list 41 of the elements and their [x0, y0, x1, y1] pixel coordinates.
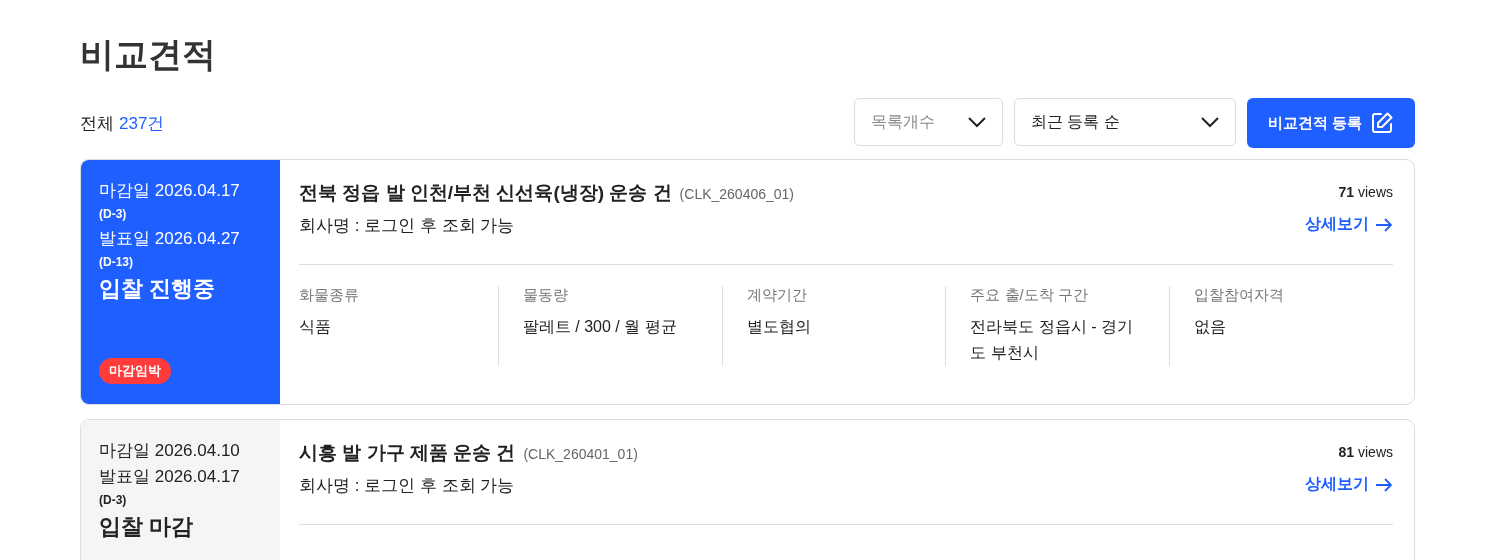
page-size-select[interactable]: 목록개수: [854, 98, 1003, 146]
detail-link[interactable]: 상세보기: [1305, 214, 1393, 235]
total-label: 전체: [80, 112, 114, 135]
announce-date: 발표일 2026.04.27: [99, 228, 240, 250]
total-count: 237건: [119, 112, 165, 135]
listing-code: (CLK_260401_01): [523, 446, 638, 462]
deadline-date: 마감일 2026.04.17: [99, 180, 240, 202]
edit-icon: [1370, 111, 1395, 135]
listing-title: 전북 정읍 발 인천/부천 신선육(냉장) 운송 건: [299, 181, 672, 205]
detail-label: 입찰참여자격: [1194, 286, 1286, 305]
page-title: 비교견적: [80, 34, 217, 75]
detail-value: 식품: [299, 317, 332, 337]
urgent-badge: 마감임박: [99, 358, 171, 384]
detail-label: 계약기간: [746, 286, 808, 305]
arrow-right-icon: [1375, 217, 1393, 232]
chevron-down-icon: [1200, 116, 1220, 128]
detail-value: 팔레트 / 300 / 월 평균: [522, 317, 678, 337]
listing-code: (CLK_260406_01): [679, 186, 795, 202]
detail-label: 주요 출/도착 구간: [970, 286, 1089, 305]
company-name: 회사명 : 로그인 후 조회 가능: [299, 475, 516, 497]
detail-label: 화물종류: [299, 286, 360, 305]
chevron-down-icon: [967, 116, 987, 128]
bid-status: 입찰 진행중: [99, 276, 216, 302]
deadline-date: 마감일 2026.04.10: [99, 440, 240, 462]
bid-status: 입찰 마감: [99, 514, 194, 540]
sort-select[interactable]: 최근 등록 순: [1014, 98, 1236, 146]
listing-title: 시흥 발 가구 제품 운송 건: [299, 441, 516, 465]
view-count: 81 views: [1338, 444, 1393, 460]
detail-value: 전라북도 정읍시 - 경기도 부천시: [970, 317, 1135, 363]
detail-link[interactable]: 상세보기: [1305, 474, 1393, 495]
company-name: 회사명 : 로그인 후 조회 가능: [299, 215, 516, 237]
announce-date: 발표일 2026.04.17: [99, 466, 240, 488]
register-button[interactable]: 비교견적 등록: [1247, 98, 1415, 148]
view-count: 71 views: [1338, 184, 1393, 200]
detail-value: 없음: [1194, 317, 1228, 337]
arrow-right-icon: [1375, 477, 1393, 492]
d-day-count: (D-3): [99, 492, 127, 509]
detail-label: 물동량: [522, 286, 569, 305]
detail-value: 별도협의: [746, 317, 812, 337]
d-day-count: (D-3): [99, 206, 127, 223]
d-day-count: (D-13): [99, 254, 133, 271]
